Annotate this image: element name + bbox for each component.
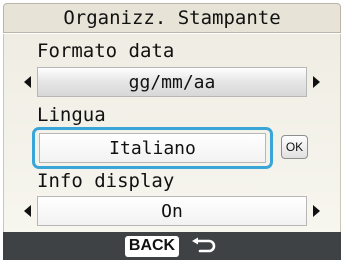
screen-title: Organizz. Stampante bbox=[3, 3, 341, 33]
info-display-next-arrow-icon[interactable] bbox=[313, 205, 320, 217]
printer-settings-screen: Organizz. Stampante Formato data gg/mm/a… bbox=[0, 0, 344, 260]
date-format-prev-arrow-icon[interactable] bbox=[24, 76, 31, 88]
date-format-selector[interactable]: gg/mm/aa bbox=[37, 67, 307, 97]
info-display-prev-arrow-icon[interactable] bbox=[24, 205, 31, 217]
footer-bar: BACK bbox=[3, 232, 341, 260]
date-format-label: Formato data bbox=[37, 40, 175, 62]
ok-button[interactable]: OK bbox=[281, 135, 308, 159]
back-button[interactable]: BACK bbox=[124, 235, 180, 257]
info-display-label: Info display bbox=[37, 170, 175, 192]
date-format-next-arrow-icon[interactable] bbox=[313, 76, 320, 88]
language-label: Lingua bbox=[37, 104, 106, 126]
info-display-selector[interactable]: On bbox=[37, 196, 307, 226]
language-selector[interactable]: Italiano bbox=[39, 133, 266, 163]
return-arrow-icon[interactable] bbox=[189, 236, 219, 256]
